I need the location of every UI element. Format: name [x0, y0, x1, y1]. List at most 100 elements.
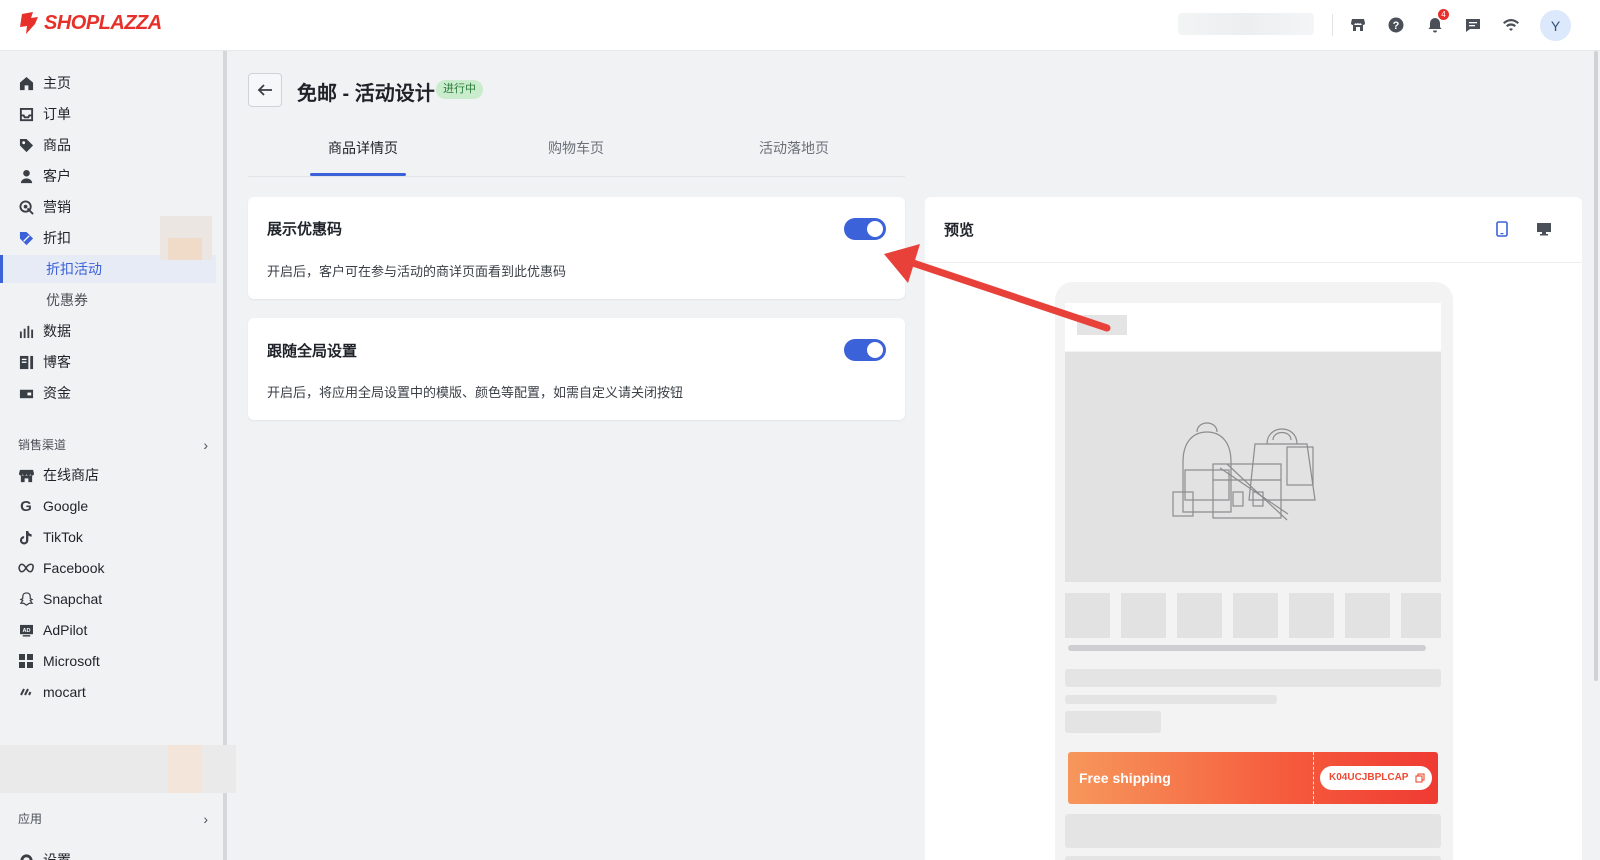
mobile-icon — [1496, 221, 1508, 237]
desktop-view-button[interactable] — [1534, 219, 1554, 239]
sidebar-item-facebook[interactable]: Facebook — [0, 554, 216, 582]
preview-title: 预览 — [944, 222, 975, 239]
skeleton-line — [1065, 814, 1441, 848]
sidebar-scrollbar[interactable] — [223, 51, 227, 860]
blog-icon — [18, 354, 34, 370]
skeleton-line — [1065, 711, 1161, 733]
chat-icon[interactable] — [1462, 14, 1484, 36]
store-icon — [18, 467, 34, 483]
sidebar-item-online-store[interactable]: 在线商店 — [0, 461, 216, 489]
toggle-knob — [867, 221, 883, 237]
order-icon — [18, 106, 34, 122]
divider — [1332, 14, 1333, 36]
page-scrollbar[interactable] — [1594, 51, 1598, 681]
coupon-divider — [1313, 752, 1314, 804]
wifi-icon[interactable] — [1500, 14, 1522, 36]
thumbnail-placeholder — [1177, 593, 1222, 638]
card-title: 展示优惠码 — [267, 221, 343, 238]
chevron-right-icon: › — [203, 436, 208, 453]
sidebar-item-label: 在线商店 — [43, 467, 99, 483]
svg-text:?: ? — [1393, 20, 1400, 32]
home-icon — [18, 75, 34, 91]
tab-product-detail[interactable]: 商品详情页 — [268, 130, 458, 177]
svg-text:AD: AD — [22, 627, 30, 633]
tiktok-icon — [18, 529, 34, 545]
help-icon[interactable]: ? — [1385, 14, 1407, 36]
sidebar-item-tiktok[interactable]: TikTok — [0, 523, 216, 551]
phone-mockup: Free shipping K04UCJBPLCAP — [1055, 282, 1453, 860]
store-icon[interactable] — [1347, 14, 1369, 36]
thumbnail-placeholder — [1345, 593, 1390, 638]
toggle-knob — [867, 342, 883, 358]
thumbnail-placeholder — [1233, 593, 1278, 638]
sidebar-item-coupons[interactable]: 优惠券 — [0, 286, 216, 314]
top-bar: SHOPLAZZA ? 4 Y — [0, 0, 1600, 51]
adpilot-icon: AD — [18, 622, 34, 638]
desktop-icon — [1537, 223, 1551, 236]
sales-channels-header[interactable]: 销售渠道 › — [18, 436, 208, 453]
preview-header: 预览 — [925, 197, 1582, 263]
snapchat-icon — [18, 591, 34, 607]
bell-icon[interactable]: 4 — [1424, 9, 1449, 36]
sidebar-item-label: Microsoft — [43, 653, 100, 669]
sidebar-item-label: Snapchat — [43, 591, 103, 607]
avatar-initial: Y — [1550, 17, 1561, 34]
show-coupon-toggle[interactable] — [844, 218, 886, 240]
product-image-placeholder — [1065, 352, 1441, 582]
global-settings-toggle[interactable] — [844, 339, 886, 361]
sidebar-item-customers[interactable]: 客户 — [0, 162, 216, 190]
chevron-right-icon: › — [203, 810, 208, 827]
status-badge: 进行中 — [436, 80, 483, 99]
sidebar-item-analytics[interactable]: 数据 — [0, 317, 216, 345]
coupon-code-button[interactable]: K04UCJBPLCAP — [1320, 766, 1433, 790]
store-selector[interactable] — [1178, 13, 1314, 35]
sidebar-item-label: Google — [43, 498, 89, 514]
thumbnail-placeholder — [1121, 593, 1166, 638]
page-title: 免邮 - 活动设计 — [297, 83, 435, 105]
redacted-area — [168, 238, 202, 260]
card-description: 开启后，客户可在参与活动的商详页面看到此优惠码 — [267, 264, 567, 279]
sidebar-item-label: 客户 — [43, 168, 71, 184]
mobile-view-button[interactable] — [1492, 219, 1512, 239]
sidebar-item-adpilot[interactable]: AD AdPilot — [0, 616, 216, 644]
thumbnail-placeholder — [1289, 593, 1334, 638]
avatar[interactable]: Y — [1540, 10, 1571, 41]
google-icon: G — [20, 497, 32, 515]
notification-badge: 4 — [1438, 9, 1449, 20]
thumbnail-placeholder — [1401, 593, 1441, 638]
mocart-icon — [18, 684, 34, 700]
sidebar-item-label: 折扣活动 — [46, 261, 102, 277]
sidebar-item-orders[interactable]: 订单 — [0, 100, 216, 128]
redacted-area — [168, 745, 202, 793]
gear-icon — [18, 852, 34, 860]
back-button[interactable] — [248, 73, 282, 107]
sidebar-item-google[interactable]: G Google — [0, 492, 216, 520]
apps-header[interactable]: 应用 › — [18, 810, 208, 827]
active-tab-indicator — [310, 173, 406, 176]
sidebar-item-blog[interactable]: 博客 — [0, 348, 216, 376]
card-description: 开启后，将应用全局设置中的模版、颜色等配置，如需自定义请关闭按钮 — [267, 385, 684, 400]
sidebar-item-mocart[interactable]: mocart — [0, 678, 216, 706]
thumbnail-placeholder — [1065, 593, 1110, 638]
tab-cart[interactable]: 购物车页 — [481, 130, 671, 177]
sidebar-item-microsoft[interactable]: Microsoft — [0, 647, 216, 675]
sidebar-item-finance[interactable]: 资金 — [0, 379, 216, 407]
microsoft-icon — [18, 653, 34, 669]
sidebar-item-label: 订单 — [43, 106, 71, 122]
coupon-code: K04UCJBPLCAP — [1329, 772, 1409, 783]
sidebar-item-home[interactable]: 主页 — [0, 69, 216, 97]
sidebar-item-settings[interactable]: 设置 — [0, 846, 216, 860]
tab-landing[interactable]: 活动落地页 — [699, 130, 889, 177]
global-settings-card: 跟随全局设置 开启后，将应用全局设置中的模版、颜色等配置，如需自定义请关闭按钮 — [248, 318, 905, 420]
skeleton-line — [1065, 669, 1441, 687]
sidebar-item-snapchat[interactable]: Snapchat — [0, 585, 216, 613]
sidebar-item-products[interactable]: 商品 — [0, 131, 216, 159]
skeleton-line — [1065, 856, 1441, 860]
coupon-label: Free shipping — [1079, 770, 1171, 786]
shoplazza-logo[interactable]: SHOPLAZZA — [18, 11, 162, 35]
sidebar-item-label: 数据 — [43, 323, 71, 339]
preview-panel: 预览 Free shipping K04UCJBPLCAP — [925, 197, 1582, 860]
user-icon — [18, 168, 34, 184]
logo-text: SHOPLAZZA — [44, 11, 162, 34]
copy-icon — [1415, 773, 1426, 783]
